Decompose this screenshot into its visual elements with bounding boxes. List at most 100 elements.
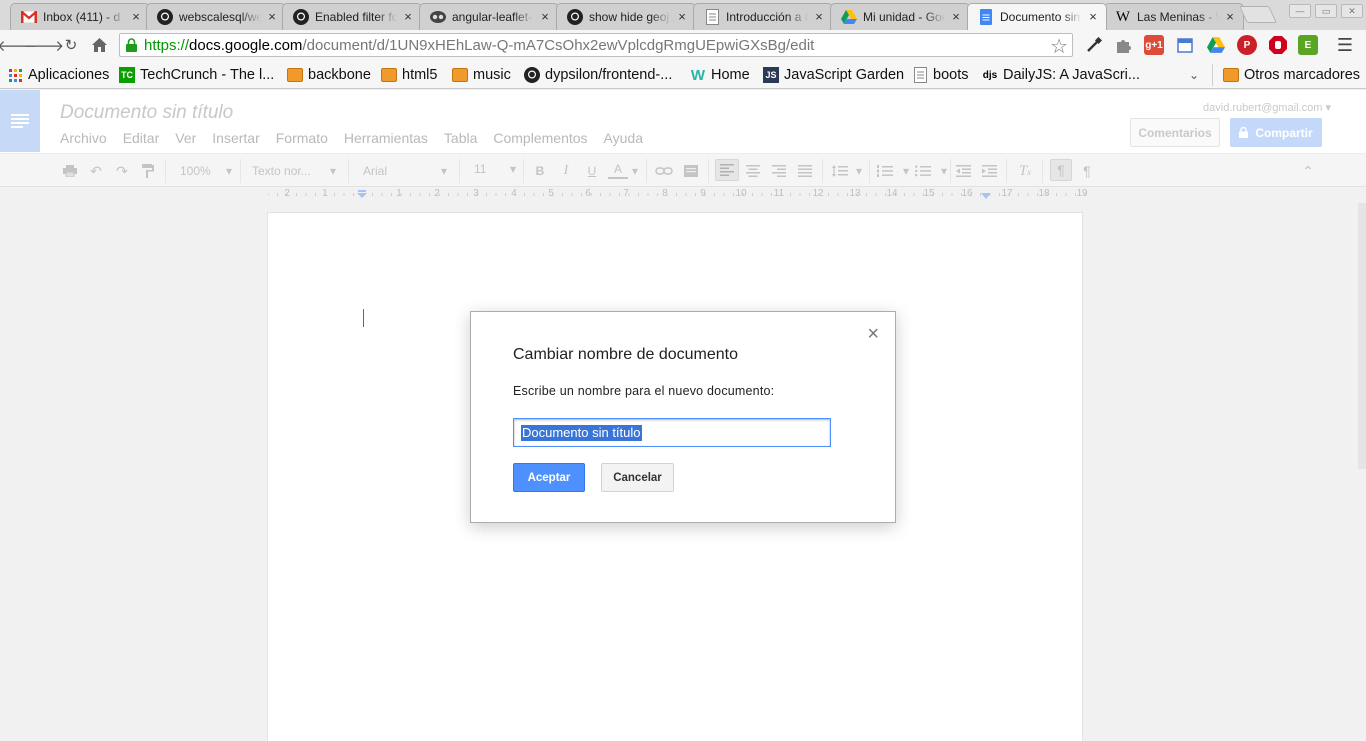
menu-herramientas[interactable]: Herramientas	[344, 130, 428, 146]
adblock-icon[interactable]	[1268, 35, 1288, 55]
menu-editar[interactable]: Editar	[123, 130, 160, 146]
minimize-window-button[interactable]: —	[1289, 4, 1311, 18]
insert-link-button[interactable]	[655, 163, 673, 179]
close-icon[interactable]: ×	[949, 10, 963, 24]
line-spacing-button[interactable]: ▾	[832, 163, 862, 179]
left-indent-marker[interactable]	[357, 190, 367, 199]
clear-formatting-button[interactable]: Tx	[1017, 163, 1033, 179]
browser-tab-documento[interactable]: Documento sin ×	[967, 3, 1107, 30]
close-icon[interactable]: ×	[538, 10, 552, 24]
align-left-button[interactable]	[715, 159, 739, 181]
bookmark-folder-html5[interactable]: html5	[381, 66, 437, 84]
evernote-icon[interactable]: E	[1298, 35, 1318, 55]
collapse-toolbar-button[interactable]: ⌃	[1300, 163, 1316, 179]
right-indent-marker[interactable]	[981, 192, 991, 200]
browser-tab-enabled-filter[interactable]: Enabled filter fo ×	[282, 3, 422, 30]
forward-button[interactable]: 🡒	[24, 34, 64, 56]
align-right-button[interactable]	[771, 163, 787, 179]
close-icon[interactable]: ×	[812, 10, 826, 24]
bulleted-list-button[interactable]: ▾	[915, 163, 947, 179]
paint-format-button[interactable]	[140, 163, 156, 179]
close-icon[interactable]: ×	[265, 10, 279, 24]
menu-archivo[interactable]: Archivo	[60, 130, 107, 146]
ltr-direction-button[interactable]: ¶	[1050, 159, 1072, 181]
text-color-button[interactable]: A	[607, 163, 629, 179]
cancelar-button[interactable]: Cancelar	[601, 463, 674, 492]
browser-tab-webscalesql[interactable]: webscalesql/we ×	[146, 3, 286, 30]
close-icon[interactable]: ×	[867, 324, 879, 344]
maximize-window-button[interactable]: ▭	[1315, 4, 1337, 18]
home-button[interactable]	[88, 34, 110, 56]
close-icon[interactable]: ×	[675, 10, 689, 24]
github-icon	[293, 9, 309, 25]
chrome-menu-button[interactable]: ☰	[1334, 34, 1356, 56]
menu-complementos[interactable]: Complementos	[493, 130, 587, 146]
close-icon[interactable]: ×	[401, 10, 415, 24]
close-window-button[interactable]: ✕	[1341, 4, 1363, 18]
insert-comment-button[interactable]	[683, 163, 699, 179]
rtl-direction-button[interactable]: ¶	[1079, 163, 1095, 179]
bookmark-star-icon[interactable]: ☆	[1050, 34, 1068, 59]
text-color-dropdown[interactable]: ▾	[631, 163, 639, 179]
browser-tab-las-meninas[interactable]: W Las Meninas - W ×	[1104, 3, 1244, 30]
aceptar-button[interactable]: Aceptar	[513, 463, 585, 492]
comments-button[interactable]: Comentarios	[1130, 118, 1220, 147]
bookmark-folder-music[interactable]: music	[452, 66, 511, 84]
bookmark-aplicaciones[interactable]: Aplicaciones	[7, 66, 109, 84]
italic-button[interactable]: I	[559, 163, 573, 179]
calendar-icon[interactable]	[1175, 35, 1195, 55]
bookmark-dypsilon[interactable]: dypsilon/frontend-...	[524, 66, 672, 84]
browser-tab-introduccion[interactable]: Introducción a C ×	[693, 3, 833, 30]
menu-ver[interactable]: Ver	[175, 130, 196, 146]
menu-insertar[interactable]: Insertar	[212, 130, 259, 146]
bookmark-dailyjs[interactable]: djs DailyJS: A JavaScri...	[982, 66, 1140, 84]
font-family-select[interactable]: Arial ▾	[363, 163, 447, 179]
print-button[interactable]	[62, 163, 78, 179]
bookmark-home[interactable]: W Home	[690, 66, 750, 84]
font-size-select[interactable]: 11 ▾	[474, 161, 516, 177]
menu-formato[interactable]: Formato	[276, 130, 328, 146]
browser-tab-mi-unidad[interactable]: Mi unidad - Goo ×	[830, 3, 970, 30]
bold-button[interactable]: B	[533, 163, 547, 179]
vertical-scrollbar[interactable]	[1356, 203, 1366, 741]
decrease-indent-button[interactable]	[955, 163, 971, 179]
bookmark-otros-marcadores[interactable]: Otros marcadores	[1223, 66, 1360, 84]
menu-tabla[interactable]: Tabla	[444, 130, 477, 146]
google-drive-icon[interactable]	[1206, 35, 1226, 55]
google-plus-one-icon[interactable]: g+1	[1144, 35, 1164, 55]
justify-button[interactable]	[797, 163, 813, 179]
browser-tab-angular-leaflet[interactable]: angular-leaflet- ×	[419, 3, 559, 30]
numbered-list-button[interactable]: ▾	[877, 163, 909, 179]
address-bar[interactable]: https://docs.google.com/document/d/1UN9x…	[119, 33, 1073, 59]
pinterest-icon[interactable]: P	[1237, 35, 1257, 55]
browser-tab-inbox[interactable]: Inbox (411) - d ×	[10, 3, 150, 30]
bookmark-javascript-garden[interactable]: JS JavaScript Garden	[763, 66, 904, 84]
undo-button[interactable]: ↶	[88, 163, 104, 179]
align-center-button[interactable]	[745, 163, 761, 179]
underline-button[interactable]: U	[585, 163, 599, 179]
new-tab-button[interactable]	[1239, 6, 1277, 23]
docs-home-button[interactable]	[0, 90, 40, 152]
menu-ayuda[interactable]: Ayuda	[604, 130, 643, 146]
zoom-select[interactable]: 100% ▾	[180, 163, 232, 179]
share-button[interactable]: Compartir	[1230, 118, 1322, 147]
redo-button[interactable]: ↷	[114, 163, 130, 179]
account-switcher[interactable]: david.rubert@gmail.com ▾	[1203, 101, 1331, 114]
bookmark-boots[interactable]: boots	[912, 66, 968, 84]
bookmark-folder-backbone[interactable]: backbone	[287, 66, 371, 84]
close-icon[interactable]: ×	[1223, 10, 1237, 24]
increase-indent-button[interactable]	[981, 163, 997, 179]
url-host: docs.google.com	[189, 36, 303, 54]
document-name-input[interactable]: Documento sin título	[513, 418, 831, 447]
bookmark-techcrunch[interactable]: TC TechCrunch - The l...	[119, 66, 274, 84]
browser-tab-show-hide[interactable]: show hide geoj ×	[556, 3, 696, 30]
document-title[interactable]: Documento sin título	[60, 102, 233, 124]
eyedropper-icon[interactable]	[1084, 35, 1104, 55]
close-icon[interactable]: ×	[1086, 10, 1100, 24]
paragraph-style-select[interactable]: Texto nor... ▾	[252, 163, 336, 179]
scrollbar-thumb[interactable]	[1358, 203, 1366, 469]
puzzle-extension-icon[interactable]	[1114, 35, 1134, 55]
reload-button[interactable]: ↻	[60, 34, 82, 56]
bookmarks-overflow-button[interactable]: ⌄	[1189, 66, 1199, 84]
close-icon[interactable]: ×	[129, 10, 143, 24]
